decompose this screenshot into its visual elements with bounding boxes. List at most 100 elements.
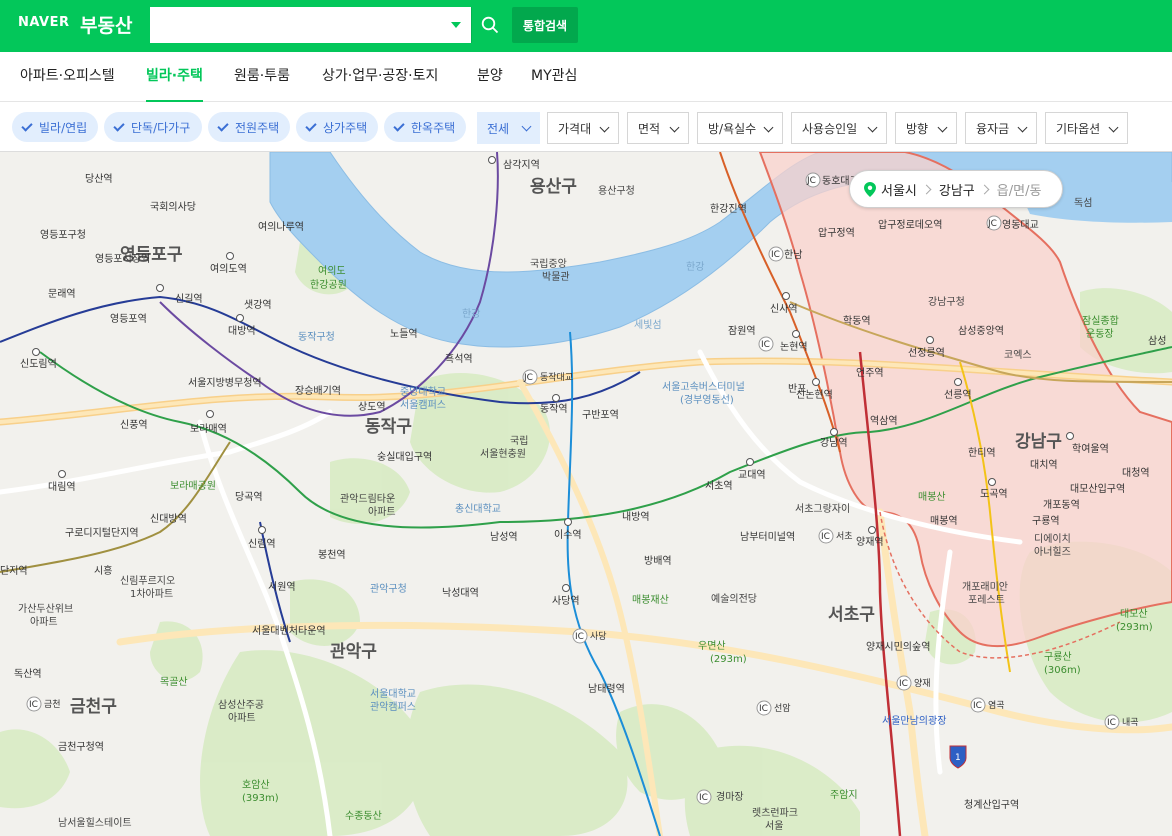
svg-text:금천구청역: 금천구청역 xyxy=(58,741,104,753)
svg-text:(경부영동선): (경부영동선) xyxy=(680,393,734,406)
map-canvas[interactable]: 영등포구 용산구 동작구 강남구 서초구 관악구 금천구 당산역 국회의사당 여… xyxy=(0,152,1172,836)
svg-text:IC: IC xyxy=(899,679,908,689)
svg-text:서초구: 서초구 xyxy=(828,605,875,625)
chip-country-house[interactable]: 전원주택 xyxy=(208,112,290,142)
chip-villa-townhouse[interactable]: 빌라/연립 xyxy=(12,112,98,142)
svg-text:잠원역: 잠원역 xyxy=(728,325,756,337)
chip-detached-multifamily[interactable]: 단독/다가구 xyxy=(104,112,202,142)
svg-text:영동대교: 영동대교 xyxy=(1002,219,1039,231)
svg-text:구룡역: 구룡역 xyxy=(1032,515,1060,527)
svg-text:염곡: 염곡 xyxy=(988,700,1005,711)
naver-logo[interactable]: NAVER xyxy=(18,15,70,30)
tab-presale[interactable]: 분양 xyxy=(477,52,503,102)
svg-text:역삼역: 역삼역 xyxy=(870,415,898,427)
svg-text:관악구청: 관악구청 xyxy=(370,583,407,595)
svg-text:양재역: 양재역 xyxy=(856,536,884,548)
filter-area[interactable]: 면적 xyxy=(627,112,689,144)
svg-text:서울현충원: 서울현충원 xyxy=(480,448,526,460)
svg-text:한강진역: 한강진역 xyxy=(710,203,747,215)
svg-text:서울대학교: 서울대학교 xyxy=(370,688,416,700)
check-icon xyxy=(21,119,33,132)
svg-text:구룡산: 구룡산 xyxy=(1044,651,1072,663)
svg-text:구반포역: 구반포역 xyxy=(582,409,619,421)
svg-text:경마장: 경마장 xyxy=(716,790,744,803)
svg-text:강남구: 강남구 xyxy=(1015,432,1062,452)
svg-text:샛강역: 샛강역 xyxy=(244,299,272,311)
svg-text:양재: 양재 xyxy=(914,678,931,689)
tab-oneroom-tworoom[interactable]: 원룸·투룸 xyxy=(234,52,290,102)
search-input[interactable] xyxy=(150,7,440,43)
svg-text:신길역: 신길역 xyxy=(175,292,203,305)
svg-text:서원역: 서원역 xyxy=(268,581,296,593)
filter-price-range[interactable]: 가격대 xyxy=(547,112,619,144)
svg-text:국회의사당: 국회의사당 xyxy=(150,201,196,213)
filter-bar: 빌라/연립 단독/다가구 전원주택 상가주택 한옥주택 전세 가격대 면적 방/… xyxy=(0,102,1172,152)
svg-text:상도역: 상도역 xyxy=(358,401,386,413)
svg-text:아파트: 아파트 xyxy=(30,616,58,628)
svg-text:목골산: 목골산 xyxy=(160,676,188,688)
chip-commercial-house[interactable]: 상가주택 xyxy=(296,112,378,142)
svg-text:대청역: 대청역 xyxy=(1122,467,1150,479)
svg-text:금천구: 금천구 xyxy=(70,697,117,717)
filter-other-options[interactable]: 기타옵션 xyxy=(1045,112,1128,144)
svg-text:주암지: 주암지 xyxy=(830,789,858,801)
tab-apartment-officetel[interactable]: 아파트·오피스텔 xyxy=(20,52,115,102)
filter-loan[interactable]: 융자금 xyxy=(965,112,1037,144)
svg-text:봉천역: 봉천역 xyxy=(318,549,346,561)
tab-villa-house[interactable]: 빌라·주택 xyxy=(146,52,203,102)
filter-approval-date[interactable]: 사용승인일 xyxy=(791,112,887,144)
svg-text:장승배기역: 장승배기역 xyxy=(295,385,341,397)
tab-my-interest[interactable]: MY관심 xyxy=(531,52,577,102)
svg-text:숭실대입구역: 숭실대입구역 xyxy=(377,450,432,463)
top-header: NAVER 부동산 통합검색 xyxy=(0,0,1172,52)
breadcrumb-city[interactable]: 서울시 xyxy=(881,180,917,199)
svg-text:매봉재산: 매봉재산 xyxy=(632,594,669,606)
svg-text:삼각지역: 삼각지역 xyxy=(503,159,540,171)
svg-text:한강공원: 한강공원 xyxy=(310,279,347,291)
svg-text:교대역: 교대역 xyxy=(738,469,766,481)
svg-text:남서울힐스테이트: 남서울힐스테이트 xyxy=(58,816,132,829)
svg-text:서울캠퍼스: 서울캠퍼스 xyxy=(400,399,446,411)
chevron-down-icon xyxy=(937,122,948,133)
svg-text:(306m): (306m) xyxy=(1044,665,1081,676)
svg-text:JC: JC xyxy=(523,373,533,383)
highway-shield-icon: 1 xyxy=(949,745,967,769)
search-dropdown-caret-icon[interactable] xyxy=(451,22,461,28)
svg-text:렛츠런파크: 렛츠런파크 xyxy=(752,807,798,819)
filter-rooms-baths[interactable]: 방/욕실수 xyxy=(697,112,783,144)
svg-text:한티역: 한티역 xyxy=(968,447,996,459)
unified-search-button[interactable]: 통합검색 xyxy=(512,7,578,43)
chevron-down-icon xyxy=(521,121,532,132)
filter-direction[interactable]: 방향 xyxy=(895,112,957,144)
deal-type-select[interactable]: 전세 xyxy=(477,112,540,144)
svg-text:IC: IC xyxy=(973,701,982,711)
svg-text:코엑스: 코엑스 xyxy=(1004,349,1032,361)
chevron-down-icon xyxy=(599,122,610,133)
location-breadcrumb[interactable]: 서울시 강남구 읍/면/동 xyxy=(849,170,1063,208)
tab-commercial-land[interactable]: 상가·업무·공장·토지 xyxy=(322,52,438,102)
svg-text:대모산입구역: 대모산입구역 xyxy=(1070,482,1125,495)
svg-text:동작구: 동작구 xyxy=(365,417,412,437)
chip-hanok-house[interactable]: 한옥주택 xyxy=(384,112,466,142)
svg-text:동작구청: 동작구청 xyxy=(298,331,335,343)
svg-text:보라매역: 보라매역 xyxy=(190,423,227,435)
svg-text:관악드림타운: 관악드림타운 xyxy=(340,493,395,505)
svg-text:관악캠퍼스: 관악캠퍼스 xyxy=(370,701,416,713)
svg-text:(393m): (393m) xyxy=(242,793,279,804)
svg-text:서울대벤처타운역: 서울대벤처타운역 xyxy=(252,625,326,637)
svg-text:독산역: 독산역 xyxy=(14,668,42,680)
svg-text:내곡: 내곡 xyxy=(1122,717,1139,728)
check-icon xyxy=(217,119,229,132)
svg-text:보라매공원: 보라매공원 xyxy=(170,480,216,492)
breadcrumb-dong[interactable]: 읍/면/동 xyxy=(997,180,1042,199)
search-button[interactable] xyxy=(471,7,507,43)
chevron-down-icon xyxy=(1017,122,1028,133)
search-box[interactable] xyxy=(150,7,471,43)
svg-text:흑석역: 흑석역 xyxy=(445,352,473,365)
service-title[interactable]: 부동산 xyxy=(80,11,132,38)
svg-text:단지역: 단지역 xyxy=(0,565,28,577)
svg-text:사당: 사당 xyxy=(590,631,607,642)
svg-text:반포: 반포 xyxy=(788,383,806,395)
svg-text:대림역: 대림역 xyxy=(48,481,76,493)
breadcrumb-district[interactable]: 강남구 xyxy=(939,180,975,199)
